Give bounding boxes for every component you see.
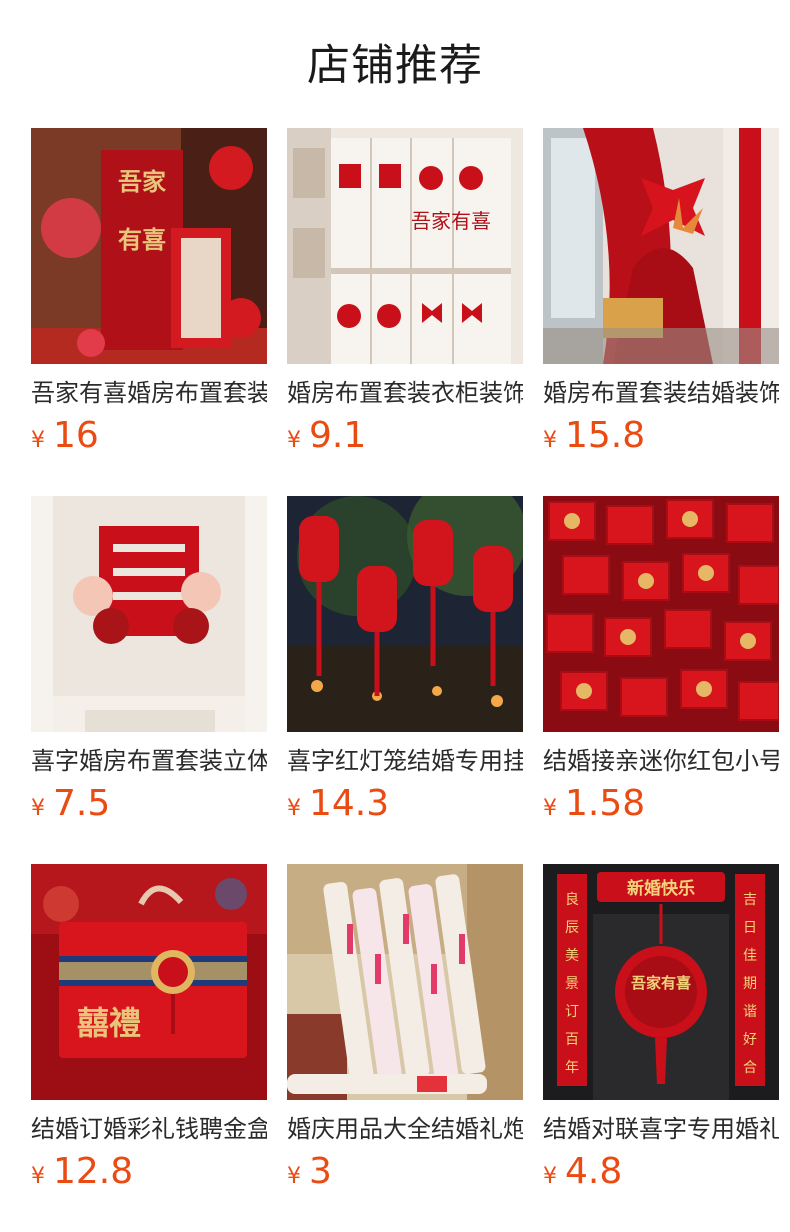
currency-symbol: ¥ (287, 796, 301, 821)
currency-symbol: ¥ (543, 1164, 557, 1189)
product-card[interactable]: 喜字婚房布置套装立体 ¥ 7.5 (31, 496, 267, 864)
red-bow-drape-image[interactable] (543, 128, 779, 364)
svg-text:谐: 谐 (743, 1004, 757, 1020)
product-price: ¥ 16 (31, 416, 267, 456)
price-value: 12.8 (53, 1151, 134, 1192)
product-card[interactable]: 吾家 有喜 婚房布置套装衣柜装饰 ¥ 9.1 (287, 128, 523, 496)
red-envelopes-image[interactable] (543, 496, 779, 732)
image-text-1: 吾家 (118, 167, 166, 196)
price-value: 1.58 (565, 783, 646, 824)
product-card[interactable]: 吾家 有喜 吾家有喜婚房布置套装 ¥ 16 (31, 128, 267, 496)
image-text-1: 囍禮 (77, 1004, 141, 1042)
page-header: 店铺推荐 (0, 0, 790, 128)
currency-symbol: ¥ (31, 428, 45, 453)
svg-text:年: 年 (565, 1060, 579, 1076)
product-price: ¥ 7.5 (31, 784, 267, 824)
svg-text:好: 好 (743, 1032, 757, 1048)
currency-symbol: ¥ (543, 796, 557, 821)
price-value: 3 (309, 1151, 332, 1192)
double-happiness-wall-image[interactable] (31, 496, 267, 732)
svg-text:美: 美 (565, 948, 579, 964)
price-value: 15.8 (565, 415, 646, 456)
product-price: ¥ 14.3 (287, 784, 523, 824)
product-card[interactable]: 婚房布置套装结婚装饰 ¥ 15.8 (543, 128, 779, 496)
product-card[interactable]: 囍禮 结婚订婚彩礼钱聘金盒 ¥ 12.8 (31, 864, 267, 1232)
currency-symbol: ¥ (287, 1164, 301, 1189)
product-price: ¥ 15.8 (543, 416, 779, 456)
svg-text:吉: 吉 (743, 892, 757, 908)
red-lanterns-image[interactable] (287, 496, 523, 732)
product-price: ¥ 4.8 (543, 1152, 779, 1192)
price-value: 7.5 (53, 783, 111, 824)
product-price: ¥ 9.1 (287, 416, 523, 456)
confetti-tubes-image[interactable] (287, 864, 523, 1100)
svg-text:景: 景 (565, 976, 579, 992)
image-text-2: 有喜 (451, 209, 491, 233)
product-title[interactable]: 结婚接亲迷你红包小号 (543, 746, 779, 776)
svg-text:期: 期 (743, 976, 757, 992)
product-title[interactable]: 婚庆用品大全结婚礼炮 (287, 1114, 523, 1144)
price-value: 4.8 (565, 1151, 623, 1192)
product-card[interactable]: 婚庆用品大全结婚礼炮 ¥ 3 (287, 864, 523, 1232)
image-text-1: 新婚快乐 (627, 878, 695, 899)
svg-text:百: 百 (565, 1032, 579, 1048)
image-text-1: 吾家 (411, 209, 451, 233)
svg-text:日: 日 (743, 920, 757, 936)
product-title[interactable]: 喜字婚房布置套装立体 (31, 746, 267, 776)
svg-text:订: 订 (565, 1004, 579, 1020)
svg-text:佳: 佳 (743, 948, 757, 964)
product-card[interactable]: 结婚接亲迷你红包小号 ¥ 1.58 (543, 496, 779, 864)
currency-symbol: ¥ (31, 796, 45, 821)
product-grid: 吾家 有喜 吾家有喜婚房布置套装 ¥ 16 吾家 有喜 婚房布置套装衣柜装饰 ¥… (31, 128, 779, 1232)
product-price: ¥ 3 (287, 1152, 523, 1192)
wardrobe-stickers-image[interactable]: 吾家 有喜 (287, 128, 523, 364)
image-text-2: 有喜 (118, 225, 166, 254)
product-title[interactable]: 婚房布置套装衣柜装饰 (287, 378, 523, 408)
currency-symbol: ¥ (543, 428, 557, 453)
product-title[interactable]: 结婚订婚彩礼钱聘金盒 (31, 1114, 267, 1144)
couplet-door-image[interactable]: 新婚快乐 吾家有喜 良辰美 景订百年 吉日佳 期谐好合 (543, 864, 779, 1100)
gift-box-image[interactable]: 囍禮 (31, 864, 267, 1100)
price-value: 16 (53, 415, 99, 456)
price-value: 9.1 (309, 415, 367, 456)
product-card[interactable]: 新婚快乐 吾家有喜 良辰美 景订百年 吉日佳 期谐好合 结婚对联喜字专用婚礼 ¥… (543, 864, 779, 1232)
price-value: 14.3 (309, 783, 390, 824)
page-title: 店铺推荐 (307, 41, 483, 91)
wedding-room-backdrop-image[interactable]: 吾家 有喜 (31, 128, 267, 364)
svg-text:合: 合 (743, 1060, 757, 1076)
product-title[interactable]: 喜字红灯笼结婚专用挂件 (287, 746, 523, 776)
product-price: ¥ 1.58 (543, 784, 779, 824)
product-title[interactable]: 婚房布置套装结婚装饰 (543, 378, 779, 408)
product-price: ¥ 12.8 (31, 1152, 267, 1192)
svg-text:辰: 辰 (565, 920, 579, 936)
product-title[interactable]: 吾家有喜婚房布置套装 (31, 378, 267, 408)
product-card[interactable]: 喜字红灯笼结婚专用挂件 ¥ 14.3 (287, 496, 523, 864)
currency-symbol: ¥ (287, 428, 301, 453)
image-text-4: 吾家有喜 (631, 974, 691, 992)
currency-symbol: ¥ (31, 1164, 45, 1189)
svg-text:良: 良 (565, 892, 579, 908)
product-title[interactable]: 结婚对联喜字专用婚礼 (543, 1114, 779, 1144)
